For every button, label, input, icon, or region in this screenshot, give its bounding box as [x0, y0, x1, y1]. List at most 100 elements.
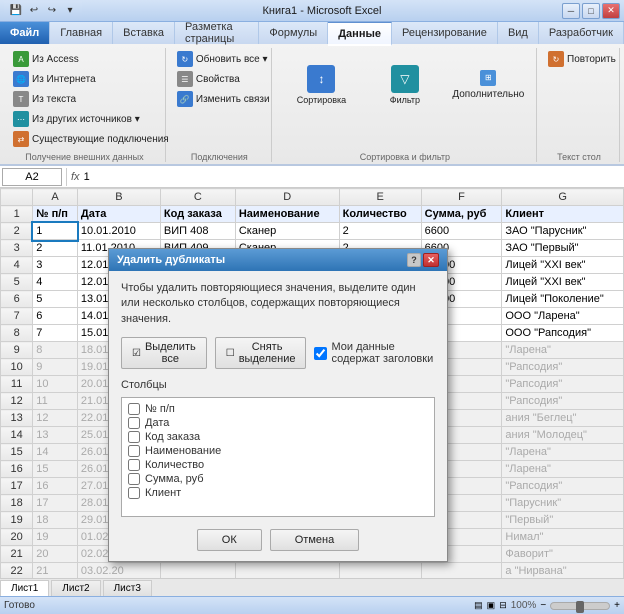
tab-data[interactable]: Данные: [328, 22, 392, 46]
cell-G6[interactable]: Лицей "Поколение": [502, 291, 624, 308]
col-header-A[interactable]: A: [33, 189, 78, 206]
cell-A13[interactable]: 12: [33, 410, 78, 427]
cell-G5[interactable]: Лицей "XXI век": [502, 274, 624, 291]
zoom-slider[interactable]: [550, 602, 610, 610]
cell-B1[interactable]: Дата: [77, 206, 160, 223]
cancel-btn[interactable]: Отмена: [270, 529, 359, 551]
cell-A4[interactable]: 3: [33, 257, 78, 274]
sheet-tab-2[interactable]: Лист2: [51, 580, 100, 596]
cell-E2[interactable]: 2: [339, 223, 421, 240]
col-header-F[interactable]: F: [421, 189, 502, 206]
cell-F2[interactable]: 6600: [421, 223, 502, 240]
cell-B2[interactable]: 10.01.2010: [77, 223, 160, 240]
tab-review[interactable]: Рецензирование: [392, 22, 498, 44]
sheet-tab-3[interactable]: Лист3: [103, 580, 152, 596]
cell-A5[interactable]: 4: [33, 274, 78, 291]
col-item-5[interactable]: Сумма, руб: [126, 472, 430, 486]
cell-A12[interactable]: 11: [33, 393, 78, 410]
btn-edit-links[interactable]: 🔗 Изменить связи: [174, 90, 265, 108]
col-item-6[interactable]: Клиент: [126, 486, 430, 500]
cell-A14[interactable]: 13: [33, 427, 78, 444]
tab-layout[interactable]: Разметка страницы: [175, 22, 259, 44]
tab-formulas[interactable]: Формулы: [259, 22, 328, 44]
cell-A8[interactable]: 7: [33, 325, 78, 342]
col-header-C[interactable]: C: [160, 189, 235, 206]
btn-filter[interactable]: ▽ Фильтр: [363, 63, 446, 107]
cell-A22[interactable]: 21: [33, 563, 78, 579]
cell-G21[interactable]: Фаворит": [502, 546, 624, 563]
btn-from-text[interactable]: T Из текста: [10, 90, 159, 108]
deselect-all-btn[interactable]: ☐ Снять выделение: [215, 337, 307, 369]
cell-G14[interactable]: ания "Молодец": [502, 427, 624, 444]
cell-B22[interactable]: 03.02.20: [77, 563, 160, 579]
cell-D1[interactable]: Наименование: [235, 206, 339, 223]
cell-G7[interactable]: ООО "Ларена": [502, 308, 624, 325]
btn-refresh-all[interactable]: ↻ Обновить все ▾: [174, 50, 265, 68]
col-header-E[interactable]: E: [339, 189, 421, 206]
formula-input[interactable]: [84, 171, 622, 183]
col-checkbox-0[interactable]: [128, 403, 140, 415]
btn-properties[interactable]: ☰ Свойства: [174, 70, 265, 88]
col-header-B[interactable]: B: [77, 189, 160, 206]
col-item-2[interactable]: Код заказа: [126, 430, 430, 444]
col-header-G[interactable]: G: [502, 189, 624, 206]
col-checkbox-1[interactable]: [128, 417, 140, 429]
cell-A16[interactable]: 15: [33, 461, 78, 478]
tab-insert[interactable]: Вставка: [113, 22, 175, 44]
btn-repeat[interactable]: ↻ Повторить: [545, 50, 613, 68]
maximize-btn[interactable]: □: [582, 3, 600, 19]
view-page-layout-btn[interactable]: ▣: [487, 600, 496, 611]
cell-A7[interactable]: 6: [33, 308, 78, 325]
zoom-out-btn[interactable]: −: [540, 600, 546, 611]
col-checkbox-5[interactable]: [128, 473, 140, 485]
cell-G8[interactable]: ООО "Рапсодия": [502, 325, 624, 342]
col-header-D[interactable]: D: [235, 189, 339, 206]
btn-sort[interactable]: ↕ Сортировка: [280, 63, 363, 107]
tab-view[interactable]: Вид: [498, 22, 539, 44]
cell-G15[interactable]: "Ларена": [502, 444, 624, 461]
cell-G18[interactable]: "Парусник": [502, 495, 624, 512]
tab-developer[interactable]: Разработчик: [539, 22, 624, 44]
cell-G10[interactable]: "Рапсодия": [502, 359, 624, 376]
col-checkbox-2[interactable]: [128, 431, 140, 443]
cell-A19[interactable]: 18: [33, 512, 78, 529]
tab-home[interactable]: Главная: [50, 22, 113, 44]
cell-C1[interactable]: Код заказа: [160, 206, 235, 223]
cell-A17[interactable]: 16: [33, 478, 78, 495]
cell-A15[interactable]: 14: [33, 444, 78, 461]
close-btn[interactable]: ✕: [602, 3, 620, 19]
btn-from-access[interactable]: A Из Access: [10, 50, 159, 68]
cell-A3[interactable]: 2: [33, 240, 78, 257]
view-page-break-btn[interactable]: ⊟: [499, 600, 507, 611]
btn-existing-connections[interactable]: ⇄ Существующие подключения: [10, 130, 159, 148]
cell-G3[interactable]: ЗАО "Первый": [502, 240, 624, 257]
qat-dropdown-btn[interactable]: ▾: [62, 3, 78, 19]
cell-G12[interactable]: "Рапсодия": [502, 393, 624, 410]
cell-A9[interactable]: 8: [33, 342, 78, 359]
ok-btn[interactable]: ОК: [197, 529, 262, 551]
cell-A2[interactable]: 1: [33, 223, 78, 240]
save-qat-btn[interactable]: 💾: [8, 3, 24, 19]
cell-F1[interactable]: Сумма, руб: [421, 206, 502, 223]
cell-C2[interactable]: ВИП 408: [160, 223, 235, 240]
header-checkbox[interactable]: [314, 347, 327, 360]
col-checkbox-4[interactable]: [128, 459, 140, 471]
cell-G9[interactable]: "Ларена": [502, 342, 624, 359]
cell-G4[interactable]: Лицей "XXI век": [502, 257, 624, 274]
cell-A20[interactable]: 19: [33, 529, 78, 546]
select-all-btn[interactable]: ☑ Выделить все: [121, 337, 207, 369]
cell-D2[interactable]: Сканер: [235, 223, 339, 240]
cell-A1[interactable]: № п/п: [33, 206, 78, 223]
cell-G16[interactable]: "Ларена": [502, 461, 624, 478]
btn-advanced[interactable]: ⊞ Дополнительно: [447, 69, 530, 101]
redo-qat-btn[interactable]: ↪: [44, 3, 60, 19]
dialog-close-btn[interactable]: ✕: [423, 253, 439, 267]
dialog-help-btn[interactable]: ?: [407, 253, 421, 267]
cell-G1[interactable]: Клиент: [502, 206, 624, 223]
cell-A18[interactable]: 17: [33, 495, 78, 512]
btn-from-other[interactable]: ⋯ Из других источников ▾: [10, 110, 159, 128]
zoom-in-btn[interactable]: +: [614, 600, 620, 611]
cell-G2[interactable]: ЗАО "Парусник": [502, 223, 624, 240]
cell-G17[interactable]: "Рапсодия": [502, 478, 624, 495]
cell-A11[interactable]: 10: [33, 376, 78, 393]
